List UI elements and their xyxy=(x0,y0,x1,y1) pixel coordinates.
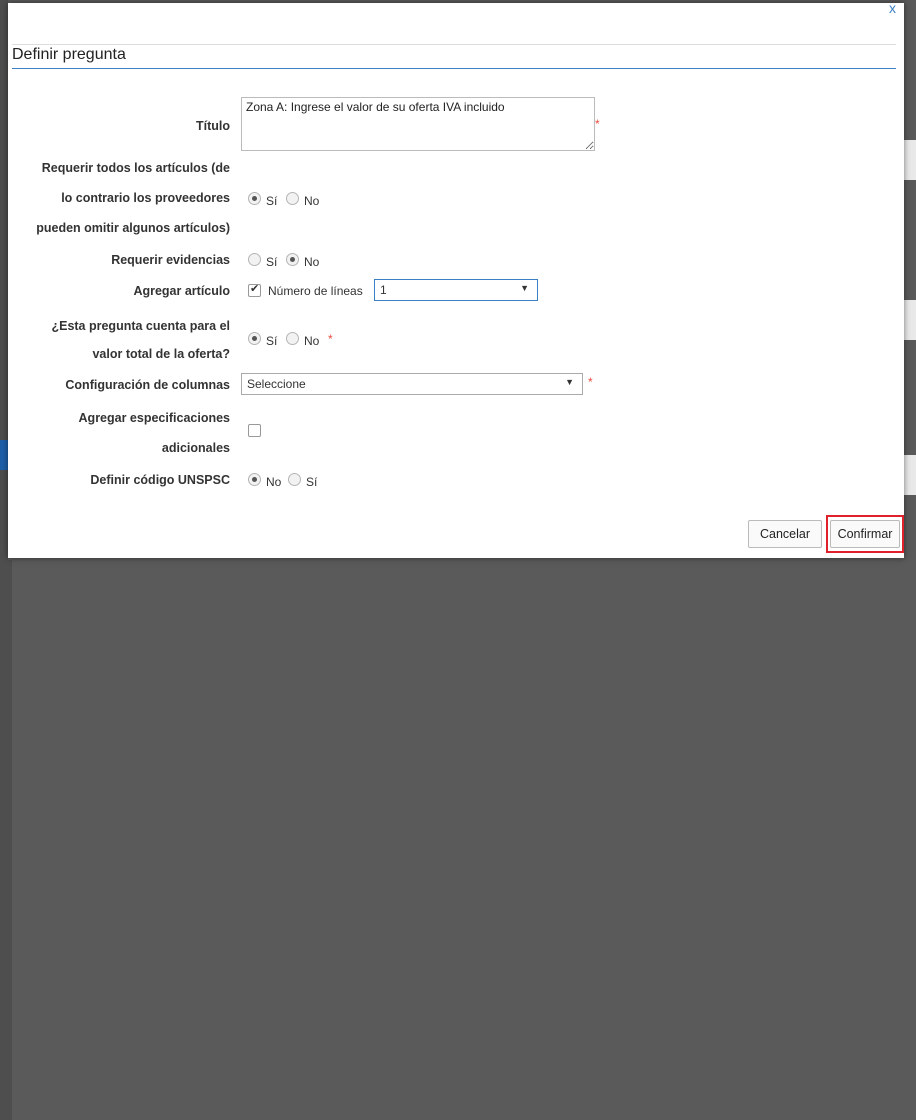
required-mark: * xyxy=(595,117,600,131)
background-page-left xyxy=(0,0,8,560)
configuracion-columnas-value: Seleccione xyxy=(247,377,306,391)
confirm-button[interactable]: Confirmar xyxy=(830,520,900,548)
cuenta-valor-label-line2: valor total de la oferta? xyxy=(92,347,230,361)
cuenta-valor-no-radio[interactable] xyxy=(286,332,299,345)
especificaciones-checkbox[interactable] xyxy=(248,424,261,437)
configuracion-columnas-label: Configuración de columnas xyxy=(65,378,230,392)
requerir-articulos-si-radio[interactable] xyxy=(248,192,261,205)
numero-lineas-select[interactable]: 1 ▼ xyxy=(374,279,538,301)
requerir-evidencias-label: Requerir evidencias xyxy=(111,253,230,267)
radio-label-no: No xyxy=(304,194,320,208)
radio-label-no: No xyxy=(304,255,320,269)
titulo-label: Título xyxy=(195,119,230,133)
radio-label-si: Sí xyxy=(266,334,278,348)
radio-label-no: No xyxy=(266,475,282,489)
requerir-articulos-no-radio[interactable] xyxy=(286,192,299,205)
agregar-articulo-checkbox[interactable] xyxy=(248,282,261,297)
titulo-textarea[interactable]: Zona A: Ingrese el valor de su oferta IV… xyxy=(241,97,595,151)
radio-label-si: Sí xyxy=(306,475,318,489)
cancel-button[interactable]: Cancelar xyxy=(748,520,822,548)
agregar-articulo-label: Agregar artículo xyxy=(133,284,230,298)
requerir-evidencias-no-radio[interactable] xyxy=(286,253,299,266)
cuenta-valor-label-line1: ¿Esta pregunta cuenta para el xyxy=(51,319,230,333)
divider xyxy=(12,44,896,45)
numero-lineas-value: 1 xyxy=(380,283,387,297)
dialog-title: Definir pregunta xyxy=(12,46,126,63)
background-fragment xyxy=(0,440,8,470)
background-fragment xyxy=(904,455,916,495)
required-mark: * xyxy=(328,332,333,346)
dropdown-arrow-icon: ▼ xyxy=(520,283,529,293)
especificaciones-label-line1: Agregar especificaciones xyxy=(78,411,230,425)
requerir-evidencias-si-radio[interactable] xyxy=(248,253,261,266)
requerir-articulos-label-line3: pueden omitir algunos artículos) xyxy=(36,221,230,235)
numero-lineas-label: Número de líneas xyxy=(268,284,363,298)
radio-label-no: No xyxy=(304,334,320,348)
requerir-articulos-label-line1: Requerir todos los artículos (de xyxy=(41,161,230,175)
background-page-right xyxy=(0,560,12,1120)
close-icon[interactable]: x xyxy=(889,0,896,16)
background-fragment xyxy=(904,300,916,340)
dropdown-arrow-icon: ▼ xyxy=(565,377,574,387)
especificaciones-label-line2: adicionales xyxy=(161,441,230,455)
unspsc-no-radio[interactable] xyxy=(248,473,261,486)
define-question-dialog: x Definir pregunta Título Zona A: Ingres… xyxy=(8,0,904,558)
cuenta-valor-si-radio[interactable] xyxy=(248,332,261,345)
title-underline xyxy=(12,68,896,69)
radio-label-si: Sí xyxy=(266,194,278,208)
unspsc-label: Definir código UNSPSC xyxy=(90,473,230,487)
configuracion-columnas-select[interactable]: Seleccione ▼ xyxy=(241,373,583,395)
requerir-articulos-label-line2: lo contrario los proveedores xyxy=(61,191,230,205)
radio-label-si: Sí xyxy=(266,255,278,269)
unspsc-si-radio[interactable] xyxy=(288,473,301,486)
required-mark: * xyxy=(588,375,593,389)
background-fragment xyxy=(904,140,916,180)
